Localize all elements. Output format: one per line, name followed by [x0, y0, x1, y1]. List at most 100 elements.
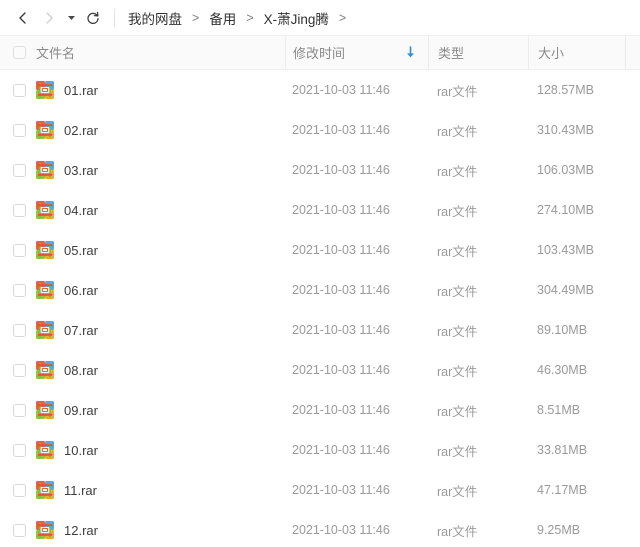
file-size-label: 304.49MB: [537, 283, 594, 297]
row-select-cell[interactable]: [0, 363, 36, 377]
row-select-cell[interactable]: [0, 283, 36, 297]
file-size-cell: 46.30MB: [528, 363, 625, 377]
file-size-label: 46.30MB: [537, 363, 588, 377]
column-header-modified[interactable]: 修改时间: [285, 36, 428, 69]
file-type-label: rar文件: [437, 404, 478, 419]
table-row[interactable]: 04.rar 2021-10-03 11:46 rar文件 274.10MB: [0, 190, 640, 230]
row-checkbox[interactable]: [13, 163, 26, 177]
file-name-cell[interactable]: 03.rar: [36, 161, 285, 179]
file-type-label: rar文件: [437, 444, 478, 459]
row-select-cell[interactable]: [0, 203, 36, 217]
file-size-label: 89.10MB: [537, 323, 588, 337]
history-dropdown-button[interactable]: [62, 5, 80, 31]
row-select-cell[interactable]: [0, 443, 36, 457]
row-checkbox[interactable]: [13, 283, 26, 297]
row-checkbox[interactable]: [13, 323, 26, 337]
row-select-cell[interactable]: [0, 83, 36, 97]
refresh-button[interactable]: [80, 5, 106, 31]
file-size-cell: 9.25MB: [528, 523, 625, 537]
column-header-type-label: 类型: [438, 46, 465, 61]
rar-archive-icon: [36, 281, 54, 299]
row-select-cell[interactable]: [0, 523, 36, 537]
forward-button[interactable]: [36, 5, 62, 31]
breadcrumb-item-backup[interactable]: 备用: [208, 8, 237, 28]
file-type-label: rar文件: [437, 364, 478, 379]
back-button[interactable]: [10, 5, 36, 31]
file-name-cell[interactable]: 05.rar: [36, 241, 285, 259]
breadcrumb-item-current[interactable]: X-萧Jing腾: [263, 8, 330, 28]
file-name-label: 04.rar: [64, 202, 98, 218]
file-name-cell[interactable]: 02.rar: [36, 121, 285, 139]
table-row[interactable]: 06.rar 2021-10-03 11:46 rar文件 304.49MB: [0, 270, 640, 310]
file-name-cell[interactable]: 09.rar: [36, 401, 285, 419]
file-list[interactable]: 01.rar 2021-10-03 11:46 rar文件 128.57MB 02.ra…: [0, 70, 640, 547]
file-modified-cell: 2021-10-03 11:46: [285, 123, 428, 137]
file-size-cell: 33.81MB: [528, 443, 625, 457]
file-modified-label: 2021-10-03 11:46: [292, 323, 390, 337]
table-row[interactable]: 07.rar 2021-10-03 11:46 rar文件 89.10MB: [0, 310, 640, 350]
row-select-cell[interactable]: [0, 163, 36, 177]
select-all-checkbox[interactable]: [13, 46, 26, 59]
table-row[interactable]: 01.rar 2021-10-03 11:46 rar文件 128.57MB: [0, 70, 640, 110]
column-header-name[interactable]: 文件名: [36, 36, 285, 69]
select-all-cell[interactable]: [0, 36, 36, 69]
breadcrumb-item-root[interactable]: 我的网盘: [127, 8, 183, 28]
rar-archive-icon: [36, 321, 54, 339]
file-type-label: rar文件: [437, 84, 478, 99]
row-select-cell[interactable]: [0, 123, 36, 137]
file-modified-cell: 2021-10-03 11:46: [285, 363, 428, 377]
row-checkbox[interactable]: [13, 403, 26, 417]
rar-archive-icon: [36, 121, 54, 139]
row-select-cell[interactable]: [0, 243, 36, 257]
row-select-cell[interactable]: [0, 403, 36, 417]
row-checkbox[interactable]: [13, 203, 26, 217]
breadcrumb-separator-trailing: >: [338, 10, 347, 25]
row-select-cell[interactable]: [0, 483, 36, 497]
table-row[interactable]: 11.rar 2021-10-03 11:46 rar文件 47.17MB: [0, 470, 640, 510]
file-name-label: 02.rar: [64, 122, 98, 138]
file-modified-cell: 2021-10-03 11:46: [285, 523, 428, 537]
file-name-cell[interactable]: 08.rar: [36, 361, 285, 379]
rar-archive-icon: [36, 401, 54, 419]
file-size-cell: 89.10MB: [528, 323, 625, 337]
row-checkbox[interactable]: [13, 483, 26, 497]
file-name-cell[interactable]: 07.rar: [36, 321, 285, 339]
row-checkbox[interactable]: [13, 243, 26, 257]
file-modified-cell: 2021-10-03 11:46: [285, 403, 428, 417]
row-checkbox[interactable]: [13, 123, 26, 137]
table-row[interactable]: 10.rar 2021-10-03 11:46 rar文件 33.81MB: [0, 430, 640, 470]
table-row[interactable]: 08.rar 2021-10-03 11:46 rar文件 46.30MB: [0, 350, 640, 390]
file-type-label: rar文件: [437, 324, 478, 339]
file-size-cell: 128.57MB: [528, 83, 625, 97]
row-checkbox[interactable]: [13, 363, 26, 377]
file-name-label: 05.rar: [64, 242, 98, 258]
file-modified-label: 2021-10-03 11:46: [292, 243, 390, 257]
column-header-spacer: [625, 36, 640, 69]
row-checkbox[interactable]: [13, 83, 26, 97]
file-modified-cell: 2021-10-03 11:46: [285, 483, 428, 497]
file-name-cell[interactable]: 01.rar: [36, 81, 285, 99]
file-name-cell[interactable]: 04.rar: [36, 201, 285, 219]
table-row[interactable]: 12.rar 2021-10-03 11:46 rar文件 9.25MB: [0, 510, 640, 547]
breadcrumb-separator: >: [192, 10, 200, 25]
row-select-cell[interactable]: [0, 323, 36, 337]
file-size-cell: 8.51MB: [528, 403, 625, 417]
file-modified-label: 2021-10-03 11:46: [292, 203, 390, 217]
row-checkbox[interactable]: [13, 443, 26, 457]
file-type-cell: rar文件: [428, 481, 528, 500]
file-name-cell[interactable]: 12.rar: [36, 521, 285, 539]
column-header-size[interactable]: 大小: [528, 36, 625, 69]
table-row[interactable]: 09.rar 2021-10-03 11:46 rar文件 8.51MB: [0, 390, 640, 430]
sort-descending-arrow-icon[interactable]: [405, 46, 416, 59]
file-name-cell[interactable]: 10.rar: [36, 441, 285, 459]
breadcrumb: 我的网盘 > 备用 > X-萧Jing腾 >: [127, 8, 355, 28]
file-name-cell[interactable]: 11.rar: [36, 481, 285, 499]
file-name-cell[interactable]: 06.rar: [36, 281, 285, 299]
table-row[interactable]: 03.rar 2021-10-03 11:46 rar文件 106.03MB: [0, 150, 640, 190]
table-row[interactable]: 02.rar 2021-10-03 11:46 rar文件 310.43MB: [0, 110, 640, 150]
file-name-label: 09.rar: [64, 402, 98, 418]
column-header-type[interactable]: 类型: [428, 36, 528, 69]
table-row[interactable]: 05.rar 2021-10-03 11:46 rar文件 103.43MB: [0, 230, 640, 270]
row-checkbox[interactable]: [13, 523, 26, 537]
rar-archive-icon: [36, 441, 54, 459]
